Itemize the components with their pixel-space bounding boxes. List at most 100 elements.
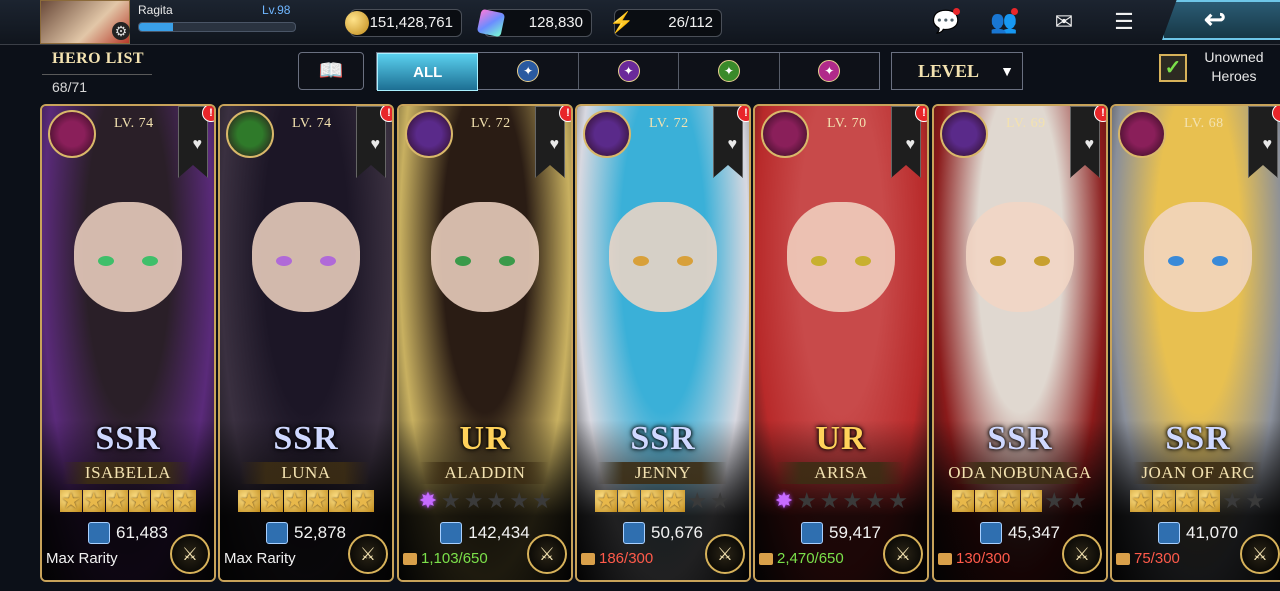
class-emblem-icon — [48, 110, 96, 158]
unowned-heroes-checkbox[interactable]: ✓ — [1159, 54, 1187, 82]
heart-icon[interactable]: ♥ — [728, 136, 738, 154]
hero-card[interactable]: LV. 70 ♥ UR ARISA ✸ ★ ★ ★ ★ ★ 59,417 2,470/650 ⚔! — [753, 104, 929, 582]
hero-eye — [142, 256, 158, 266]
mail-icon[interactable]: ✉ — [1050, 8, 1078, 36]
hero-eye — [1168, 256, 1184, 266]
unowned-label-line2: Heroes — [1211, 68, 1257, 84]
alert-badge-icon: ! — [559, 106, 571, 122]
power-icon — [980, 522, 1002, 544]
gold-star-icon: ★ — [663, 488, 686, 513]
hero-count: 68/71 — [42, 74, 152, 95]
level-up-button[interactable]: ⚔ — [348, 534, 388, 574]
empty-star-icon: ★ — [440, 488, 461, 513]
level-up-button[interactable]: ⚔ — [1062, 534, 1102, 574]
player-avatar[interactable]: ⚙ — [40, 0, 132, 44]
class-emblem-icon — [405, 110, 453, 158]
empty-star-icon: ★ — [1245, 488, 1265, 513]
filter-tab-target-class[interactable]: ✦ — [679, 53, 780, 89]
filter-tab-pillar-class[interactable]: ✦ — [579, 53, 680, 89]
hero-face — [966, 202, 1074, 312]
power-icon — [1158, 522, 1180, 544]
heart-icon[interactable]: ♥ — [193, 136, 203, 154]
shard-progress: 1,103/650 — [403, 550, 488, 567]
gold-star-icon: ★ — [283, 488, 306, 513]
filter-tab-mage-class[interactable]: ✦ — [780, 53, 879, 89]
rarity-badge: SSR — [1165, 420, 1231, 457]
gold-star-icon: ★ — [952, 488, 974, 513]
gold-star-icon: ★ — [1175, 488, 1198, 513]
hero-card[interactable]: LV. 74 ♥ SSR ISABELLA ★ ★ ★ ★ ★ ★ 61,483 Max Rarity… — [40, 104, 216, 582]
filter-tab-sword-class[interactable]: ✦ — [478, 53, 579, 89]
hero-card[interactable]: LV. 69 ♥ SSR ODA NOBUNAGA ★ ★ ★ ★ ★ ★ 45,347 130/30… — [932, 104, 1108, 582]
alert-badge-icon: ! — [202, 106, 214, 122]
empty-star-icon: ★ — [819, 488, 840, 513]
puzzle-piece-icon — [759, 553, 773, 566]
pillar-class-icon: ✦ — [617, 60, 640, 82]
back-button[interactable]: ↩ — [1162, 0, 1280, 40]
gold-star-icon: ★ — [82, 488, 105, 513]
stamina-currency[interactable]: ⚡ 26/112 — [609, 9, 722, 37]
empty-star-icon: ★ — [687, 488, 708, 513]
hero-card[interactable]: LV. 74 ♥ SSR LUNA ★ ★ ★ ★ ★ ★ 52,878 Max Rarity ⚔! — [218, 104, 394, 582]
heart-icon[interactable]: ♥ — [1085, 136, 1095, 154]
level-up-button[interactable]: ⚔ — [705, 534, 745, 574]
rarity-badge: SSR — [987, 420, 1053, 457]
hero-name: ARISA — [814, 463, 868, 482]
star-rating: ★ ★ ★ ★ ★ ★ — [952, 490, 1088, 514]
hero-card[interactable]: LV. 72 ♥ UR ALADDIN ✸ ★ ★ ★ ★ ★ 142,434 1,103/650 ⚔! — [397, 104, 573, 582]
gold-currency[interactable]: 151,428,761 — [345, 9, 462, 37]
power-value: 142,434 — [468, 523, 530, 542]
sort-label: LEVEL — [918, 61, 980, 81]
gem-value: 128,830 — [528, 14, 583, 31]
hero-eye — [855, 256, 871, 266]
power-value: 50,676 — [651, 523, 703, 542]
footer-text: 75/300 — [1134, 550, 1180, 567]
heart-icon[interactable]: ♥ — [1263, 136, 1273, 154]
gold-star-icon: ★ — [260, 488, 283, 513]
gold-value: 151,428,761 — [369, 14, 453, 31]
gold-star-icon: ★ — [329, 488, 352, 513]
heart-icon[interactable]: ♥ — [906, 136, 916, 154]
codex-button[interactable]: 📖 — [298, 52, 364, 90]
empty-star-icon: ★ — [486, 488, 507, 513]
hero-name: ISABELLA — [84, 463, 172, 482]
menu-icon[interactable]: ☰ — [1110, 8, 1138, 36]
unowned-heroes-label[interactable]: Unowned Heroes — [1188, 48, 1280, 86]
hero-name: LUNA — [281, 463, 331, 482]
gold-star-icon: ★ — [974, 488, 997, 513]
gold-star-icon: ★ — [105, 488, 128, 513]
star-rating: ★ ★ ★ ★ ★ ★ — [60, 490, 196, 514]
class-emblem-icon — [226, 110, 274, 158]
power-value: 41,070 — [1186, 523, 1238, 542]
level-up-button[interactable]: ⚔ — [1240, 534, 1280, 574]
hero-card-list: LV. 74 ♥ SSR ISABELLA ★ ★ ★ ★ ★ ★ 61,483 Max Rarity… — [40, 104, 1280, 588]
level-up-button[interactable]: ⚔ — [527, 534, 567, 574]
stamina-bolt-icon: ⚡ — [609, 12, 634, 34]
sort-dropdown[interactable]: LEVEL ▼ — [891, 52, 1023, 90]
hero-level: LV. 74 — [292, 116, 332, 131]
heart-icon[interactable]: ♥ — [371, 136, 381, 154]
empty-star-icon: ★ — [865, 488, 886, 513]
class-filter-bar: ALL ✦ ✦ ✦ ✦ — [376, 52, 880, 91]
filter-tab-all[interactable]: ALL — [377, 53, 479, 91]
friends-icon[interactable]: 👥 — [990, 8, 1018, 36]
hero-card[interactable]: LV. 68 ♥ SSR JOAN OF ARC ★ ★ ★ ★ ★ ★ 41,070 75/300 ⚔… — [1110, 104, 1280, 582]
level-up-button[interactable]: ⚔ — [170, 534, 210, 574]
gem-currency[interactable]: 128,830 — [476, 8, 592, 38]
hero-level: LV. 72 — [471, 116, 511, 131]
heart-icon[interactable]: ♥ — [550, 136, 560, 154]
hero-name: JENNY — [634, 463, 692, 482]
gear-icon[interactable]: ⚙ — [112, 22, 130, 40]
alert-badge-icon: ! — [915, 106, 927, 122]
gold-star-icon: ★ — [1152, 488, 1175, 513]
level-up-button[interactable]: ⚔ — [883, 534, 923, 574]
power-value: 52,878 — [294, 523, 346, 542]
hero-card[interactable]: LV. 72 ♥ SSR JENNY ★ ★ ★ ★ ★ ★ 50,676 186/300 ⚔! — [575, 104, 751, 582]
filter-label: ALL — [413, 63, 443, 81]
star-rating: ★ ★ ★ ★ ★ ★ — [1130, 490, 1266, 514]
ur-star-icon: ✸ — [418, 488, 438, 513]
alert-badge-icon: ! — [380, 106, 392, 122]
chat-icon[interactable]: 💬 — [932, 8, 960, 36]
empty-star-icon: ★ — [888, 488, 908, 513]
footer-text: 2,470/650 — [777, 550, 844, 567]
